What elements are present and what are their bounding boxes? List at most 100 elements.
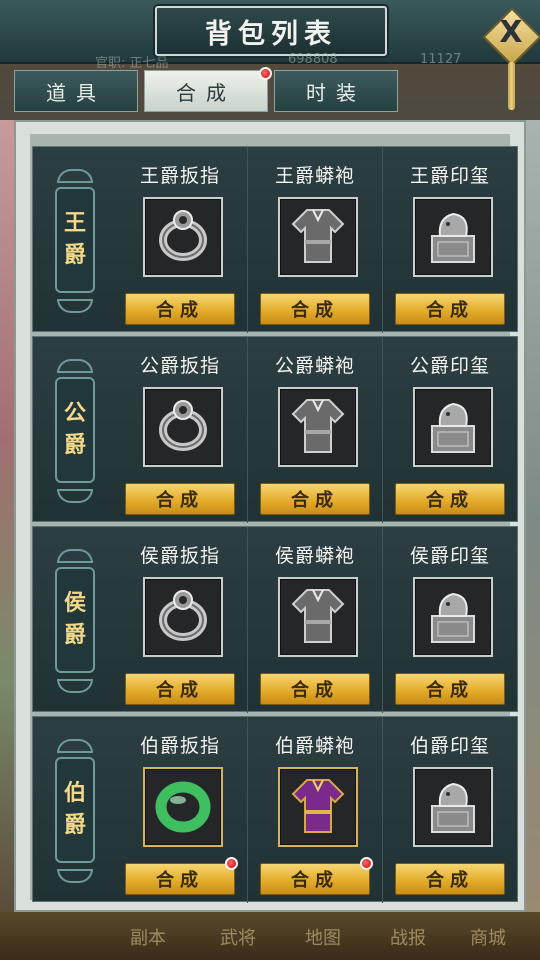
merge-button[interactable]: 合成 — [260, 293, 370, 325]
rank-char-bottom: 爵 — [63, 433, 86, 458]
item-name: 王爵蟒袍 — [274, 165, 355, 187]
robe-icon — [285, 392, 351, 462]
item-group: 伯爵扳指 合成 伯爵蟒袍 合成 伯爵印玺 合成 — [113, 717, 517, 903]
rank-banner: 公爵 — [51, 357, 99, 505]
item-group: 侯爵扳指 合成 侯爵蟒袍 合成 侯爵印玺 合成 — [113, 527, 517, 713]
rank-banner-cap — [57, 739, 93, 753]
tab-merge-label: 合成 — [176, 80, 236, 105]
rank-char-top: 伯 — [63, 781, 86, 806]
tab-merge[interactable]: 合成 — [144, 67, 272, 112]
seal-icon — [420, 582, 486, 652]
rank-row: 侯爵侯爵扳指 合成 侯爵蟒袍 合成 侯爵印玺 合成 — [32, 526, 518, 713]
item-slot[interactable] — [278, 197, 358, 277]
merge-item: 侯爵印玺 合成 — [382, 527, 517, 713]
tab-items[interactable]: 道具 — [14, 70, 138, 112]
robe-icon — [285, 202, 351, 272]
merge-item: 王爵扳指 合成 — [113, 147, 247, 333]
bottom-nav-item[interactable]: 商城 — [470, 924, 506, 950]
item-slot[interactable] — [413, 767, 493, 847]
merge-item: 伯爵印玺 合成 — [382, 717, 517, 903]
title-plate: 背包列表 — [155, 6, 387, 56]
item-slot[interactable] — [278, 577, 358, 657]
tab-bar: 道具 合成 时装 — [14, 67, 398, 114]
rank-banner: 伯爵 — [51, 737, 99, 885]
merge-button[interactable]: 合成 — [260, 673, 370, 705]
merge-button[interactable]: 合成 — [125, 673, 235, 705]
merge-item: 侯爵蟒袍 合成 — [247, 527, 382, 713]
merge-button[interactable]: 合成 — [395, 483, 505, 515]
item-name: 王爵印玺 — [409, 165, 490, 187]
merge-button[interactable]: 合成 — [260, 863, 370, 895]
jade-ring-icon — [150, 772, 216, 842]
merge-item: 公爵扳指 合成 — [113, 337, 247, 523]
item-name: 王爵扳指 — [139, 165, 220, 187]
rank-banner-cap — [57, 869, 93, 883]
tab-items-label: 道具 — [46, 80, 106, 105]
bottom-nav-item[interactable]: 地图 — [305, 924, 341, 950]
item-slot[interactable] — [143, 577, 223, 657]
merge-button[interactable]: 合成 — [260, 483, 370, 515]
merge-panel: 王爵王爵扳指 合成 王爵蟒袍 合成 王爵印玺 合成公爵公爵扳指 合成 公爵蟒袍 合成 公爵印玺 合成… — [14, 120, 526, 912]
seal-icon — [420, 772, 486, 842]
silver-stat: 698808 — [288, 52, 338, 67]
rank-plate: 侯爵 — [55, 567, 95, 673]
item-group: 王爵扳指 合成 王爵蟒袍 合成 王爵印玺 合成 — [113, 147, 517, 333]
item-name: 伯爵蟒袍 — [274, 735, 355, 757]
item-name: 侯爵蟒袍 — [274, 545, 355, 567]
rank-plate: 伯爵 — [55, 757, 95, 863]
tab-fashion[interactable]: 时装 — [274, 70, 398, 112]
merge-button[interactable]: 合成 — [395, 293, 505, 325]
item-name: 伯爵印玺 — [409, 735, 490, 757]
close-icon: X — [499, 15, 523, 50]
rank-banner-cap — [57, 299, 93, 313]
ring-icon — [150, 202, 216, 272]
item-slot[interactable] — [413, 197, 493, 277]
notification-badge — [259, 67, 272, 80]
item-slot[interactable] — [413, 387, 493, 467]
bottom-nav-item[interactable]: 武将 — [220, 924, 256, 950]
rank-char-bottom: 爵 — [63, 623, 86, 648]
ring-icon — [150, 392, 216, 462]
close-button[interactable]: X — [482, 7, 540, 67]
item-name: 公爵扳指 — [139, 355, 220, 377]
background-scenery-left — [0, 120, 14, 920]
merge-item: 王爵蟒袍 合成 — [247, 147, 382, 333]
item-slot[interactable] — [143, 767, 223, 847]
rank-char-bottom: 爵 — [63, 813, 86, 838]
merge-button[interactable]: 合成 — [395, 673, 505, 705]
rank-char-top: 公 — [63, 401, 86, 426]
bottom-nav-background: 副本 武将 地图 战报 商城 — [0, 912, 540, 960]
rank-stat: 官职: 正七品 — [95, 56, 169, 71]
rank-char-bottom: 爵 — [63, 243, 86, 268]
item-slot[interactable] — [143, 387, 223, 467]
item-name: 公爵印玺 — [409, 355, 490, 377]
item-name: 公爵蟒袍 — [274, 355, 355, 377]
rank-banner-cap — [57, 679, 93, 693]
merge-item: 伯爵蟒袍 合成 — [247, 717, 382, 903]
rank-row: 公爵公爵扳指 合成 公爵蟒袍 合成 公爵印玺 合成 — [32, 336, 518, 523]
merge-button[interactable]: 合成 — [125, 863, 235, 895]
item-name: 伯爵扳指 — [139, 735, 220, 757]
seal-icon — [420, 392, 486, 462]
item-slot[interactable] — [143, 197, 223, 277]
merge-item: 公爵印玺 合成 — [382, 337, 517, 523]
rank-banner-cap — [57, 489, 93, 503]
item-slot[interactable] — [278, 387, 358, 467]
ring-icon — [150, 582, 216, 652]
gold-stat: 11127 — [420, 52, 462, 67]
rank-banner: 王爵 — [51, 167, 99, 315]
bottom-nav-item[interactable]: 战报 — [390, 924, 426, 950]
rank-char-top: 侯 — [63, 591, 86, 616]
rank-row: 王爵王爵扳指 合成 王爵蟒袍 合成 王爵印玺 合成 — [32, 146, 518, 333]
item-slot[interactable] — [278, 767, 358, 847]
merge-button[interactable]: 合成 — [125, 483, 235, 515]
notification-badge — [360, 857, 373, 870]
merge-button[interactable]: 合成 — [395, 863, 505, 895]
item-slot[interactable] — [413, 577, 493, 657]
rank-char-top: 王 — [63, 211, 86, 236]
item-name: 侯爵印玺 — [409, 545, 490, 567]
item-name: 侯爵扳指 — [139, 545, 220, 567]
rank-plate: 公爵 — [55, 377, 95, 483]
merge-button[interactable]: 合成 — [125, 293, 235, 325]
bottom-nav-item[interactable]: 副本 — [130, 924, 166, 950]
